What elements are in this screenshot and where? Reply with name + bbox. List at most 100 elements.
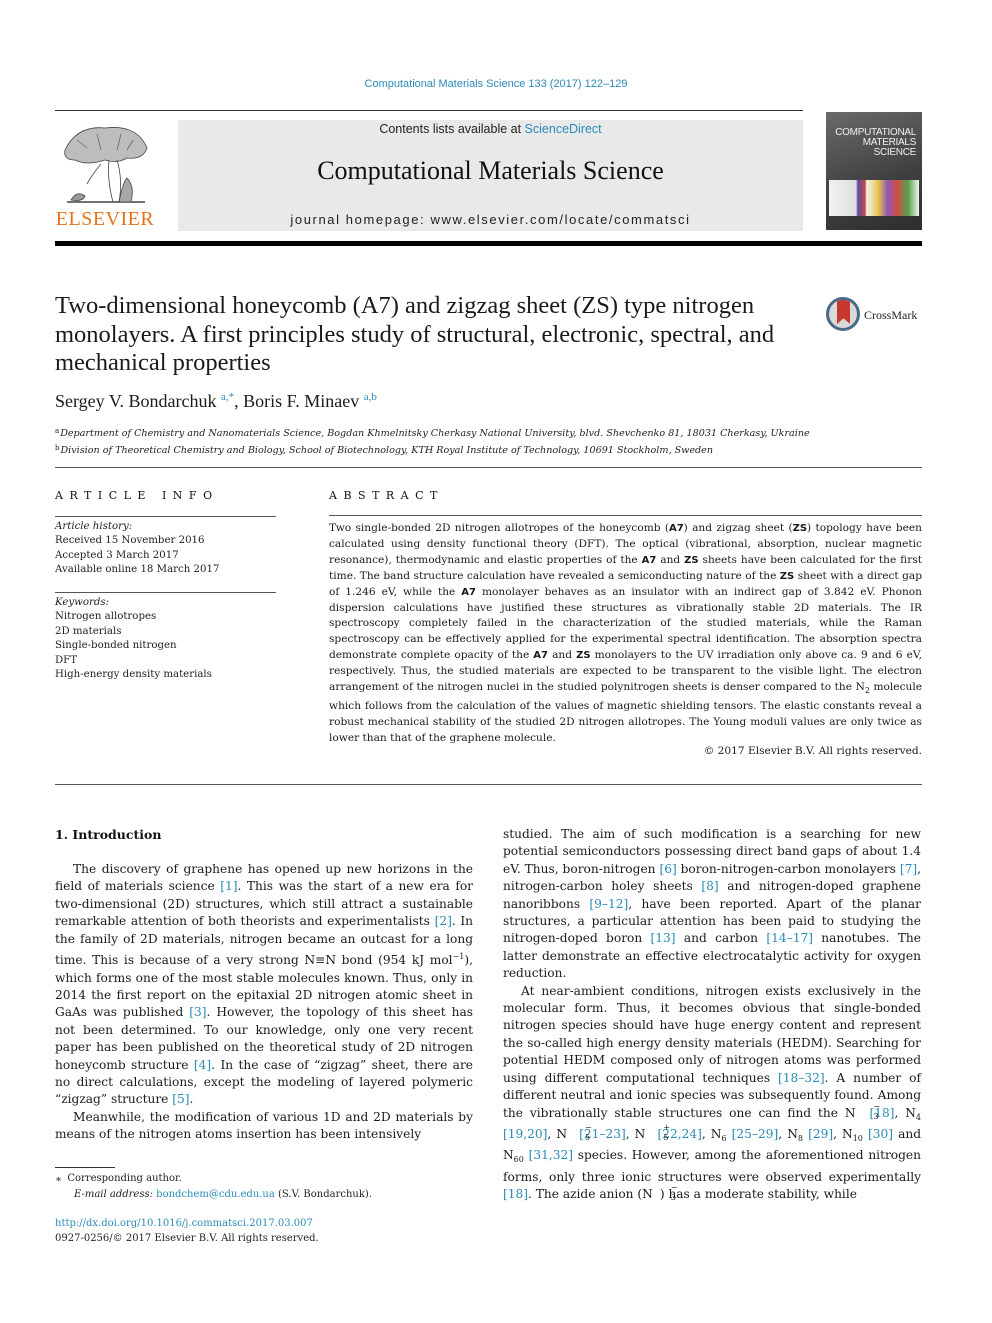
- subscript: 2: [864, 686, 870, 696]
- author-list: Sergey V. Bondarchuk a,*, Boris F. Minae…: [55, 391, 377, 412]
- history-item: Accepted 3 March 2017: [55, 549, 179, 561]
- corresponding-author-note: ⁎ Corresponding author.: [56, 1171, 372, 1187]
- keyword: 2D materials: [55, 625, 122, 637]
- reference-link[interactable]: [29]: [808, 1127, 833, 1141]
- reference-link[interactable]: [6]: [659, 862, 676, 876]
- footnote: ⁎ Corresponding author. E-mail address: …: [56, 1171, 372, 1203]
- author-affiliation-mark[interactable]: a,b: [364, 391, 377, 403]
- subscript: 10: [852, 1133, 863, 1143]
- reference-link[interactable]: [3]: [189, 1005, 206, 1019]
- reference-link[interactable]: [2]: [435, 914, 452, 928]
- paragraph: At near-ambient conditions, nitrogen exi…: [503, 983, 922, 1203]
- author-name[interactable]: Boris F. Minaev: [243, 391, 359, 411]
- contents-prefix: Contents lists available at: [379, 122, 525, 136]
- reference-link[interactable]: [31,32]: [529, 1148, 573, 1162]
- cover-title: COMPUTATIONAL MATERIALS SCIENCE: [835, 128, 916, 158]
- subscript: −3: [670, 1183, 678, 1203]
- reference-link[interactable]: [9–12]: [589, 897, 628, 911]
- reference-link[interactable]: [8]: [701, 879, 718, 893]
- journal-banner: Contents lists available at ScienceDirec…: [178, 120, 803, 231]
- journal-title: Computational Materials Science: [317, 156, 664, 185]
- elsevier-wordmark: ELSEVIER: [55, 208, 155, 230]
- author-affiliation-mark[interactable]: a,*: [221, 391, 234, 403]
- issn-line: 0927-0256/© 2017 Elsevier B.V. All right…: [55, 1233, 319, 1244]
- keyword: Single-bonded nitrogen: [55, 640, 177, 652]
- section-rule: [55, 467, 922, 468]
- affiliation-mark: a: [55, 427, 60, 435]
- subscript: 8: [797, 1133, 803, 1143]
- homepage-label: journal homepage:: [290, 212, 431, 227]
- reference-link[interactable]: [14–17]: [766, 931, 813, 945]
- article-title: Two-dimensional honeycomb (A7) and zigza…: [55, 292, 775, 376]
- bold-term: ZS: [684, 554, 699, 566]
- doi-link[interactable]: http://dx.doi.org/10.1016/j.commatsci.20…: [55, 1216, 319, 1231]
- superscript: −1: [452, 952, 465, 962]
- reference-link[interactable]: [1]: [220, 879, 237, 893]
- affiliation: aDepartment of Chemistry and Nanomateria…: [55, 424, 925, 441]
- keywords: Keywords: Nitrogen allotropes 2D materia…: [55, 596, 280, 682]
- bold-term: ZS: [576, 650, 591, 662]
- header-rule: [55, 110, 803, 111]
- cover-artwork: [829, 180, 919, 216]
- article-info-heading: ARTICLE INFO: [55, 489, 219, 502]
- bold-term: A7: [641, 554, 657, 566]
- history-item: Received 15 November 2016: [55, 535, 205, 547]
- reference-link[interactable]: [19,20]: [503, 1127, 547, 1141]
- contents-line: Contents lists available at ScienceDirec…: [178, 122, 803, 136]
- section-heading: 1. Introduction: [55, 827, 162, 842]
- affiliation-mark: b: [55, 444, 60, 452]
- bold-term: ZS: [779, 570, 795, 582]
- subscript: 4: [915, 1112, 921, 1122]
- paragraph: Meanwhile, the modification of various 1…: [55, 1109, 473, 1142]
- email-suffix: (S.V. Bondarchuk).: [274, 1189, 373, 1200]
- footnote-text: Corresponding author.: [67, 1173, 182, 1184]
- homepage-link[interactable]: www.elsevier.com/locate/commatsci: [430, 212, 690, 227]
- email-note: E-mail address: bondchem@cdu.edu.ua (S.V…: [58, 1187, 372, 1203]
- bold-term: A7: [533, 650, 548, 662]
- email-label: E-mail address:: [74, 1189, 157, 1200]
- body-column-right: studied. The aim of such modification is…: [503, 826, 921, 1204]
- affiliation-text: Division of Theoretical Chemistry and Bi…: [60, 445, 714, 456]
- reference-link[interactable]: [30]: [868, 1127, 893, 1141]
- affiliation-text: Department of Chemistry and Nanomaterial…: [60, 428, 810, 439]
- cover-title-line: SCIENCE: [873, 147, 917, 158]
- history-label: Article history:: [55, 521, 133, 532]
- bold-term: A7: [668, 523, 684, 534]
- reference-link[interactable]: [18–32]: [778, 1071, 825, 1085]
- doi-block: http://dx.doi.org/10.1016/j.commatsci.20…: [55, 1216, 319, 1246]
- elsevier-logo[interactable]: ELSEVIER: [55, 120, 155, 232]
- body-column-left: The discovery of graphene has opened up …: [55, 861, 473, 1144]
- keywords-label: Keywords:: [55, 597, 110, 608]
- crossmark-label: CrossMark: [864, 308, 918, 322]
- keyword: High-energy density materials: [55, 669, 212, 681]
- author-name[interactable]: Sergey V. Bondarchuk: [55, 391, 217, 411]
- abstract-heading: ABSTRACT: [329, 489, 444, 502]
- body-rule: [55, 784, 922, 785]
- bold-term: ZS: [792, 523, 808, 534]
- paragraph: studied. The aim of such modification is…: [503, 827, 922, 981]
- author-separator: ,: [234, 391, 244, 411]
- affiliations: aDepartment of Chemistry and Nanomateria…: [55, 424, 925, 458]
- email-link[interactable]: bondchem@cdu.edu.ua: [156, 1189, 275, 1200]
- paragraph: The discovery of graphene has opened up …: [55, 862, 473, 1107]
- keywords-rule: [55, 592, 276, 593]
- subscript: +5: [663, 1122, 671, 1142]
- reference-link[interactable]: [7]: [900, 862, 917, 876]
- reference-link[interactable]: [18]: [503, 1187, 528, 1201]
- crossmark-icon: [826, 297, 860, 331]
- elsevier-tree-icon: [64, 127, 148, 203]
- reference-link[interactable]: [5]: [172, 1092, 189, 1106]
- journal-citation-link[interactable]: Computational Materials Science 133 (201…: [0, 78, 992, 90]
- reference-link[interactable]: [25–29]: [732, 1127, 779, 1141]
- journal-cover-image[interactable]: COMPUTATIONAL MATERIALS SCIENCE: [826, 112, 922, 230]
- abstract-copyright: © 2017 Elsevier B.V. All rights reserved…: [703, 745, 922, 757]
- sciencedirect-link[interactable]: ScienceDirect: [525, 122, 602, 136]
- subscript: 6: [721, 1133, 727, 1143]
- reference-link[interactable]: [13]: [651, 931, 676, 945]
- reference-link[interactable]: [4]: [194, 1058, 211, 1072]
- subscript: −3: [873, 1101, 881, 1121]
- crossmark-button[interactable]: CrossMark: [826, 297, 926, 333]
- affiliation: bDivision of Theoretical Chemistry and B…: [55, 441, 925, 458]
- header-thick-rule: [55, 241, 922, 246]
- article-info-rule: [55, 516, 276, 517]
